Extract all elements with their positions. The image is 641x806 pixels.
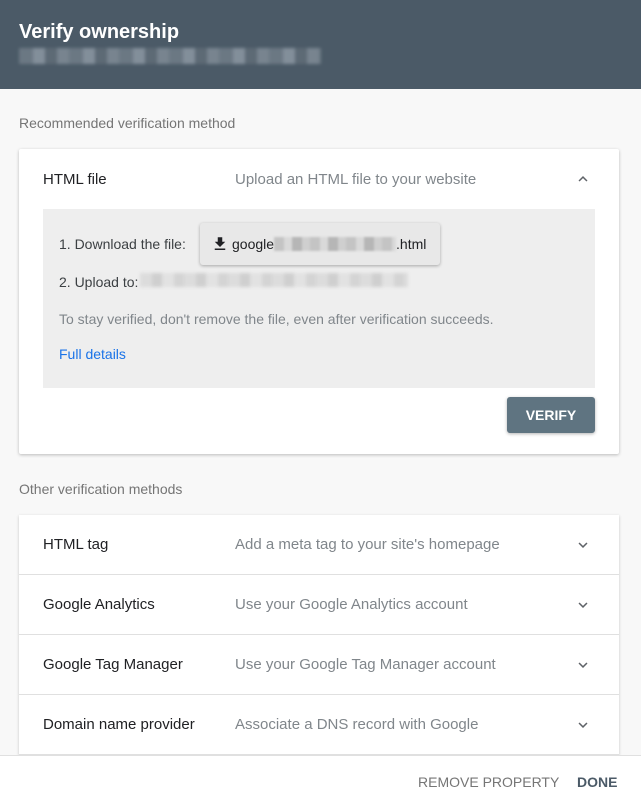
html-file-card: HTML file Upload an HTML file to your we…: [19, 149, 619, 454]
download-file-button[interactable]: google .html: [200, 223, 440, 265]
other-methods-list: HTML tag Add a meta tag to your site's h…: [19, 515, 619, 755]
method-description: Associate a DNS record with Google: [235, 716, 479, 733]
redacted-property-url: [19, 48, 321, 64]
method-row-html-tag[interactable]: HTML tag Add a meta tag to your site's h…: [19, 515, 619, 575]
download-file-name: google .html: [232, 236, 427, 252]
method-description: Use your Google Tag Manager account: [235, 656, 496, 673]
chevron-down-icon[interactable]: [574, 536, 592, 554]
other-methods-section-label: Other verification methods: [19, 481, 183, 497]
method-title: Google Tag Manager: [43, 656, 183, 673]
dialog-footer: REMOVE PROPERTY DONE: [0, 755, 641, 806]
html-file-title: HTML file: [43, 171, 107, 188]
method-title: Domain name provider: [43, 716, 195, 733]
step-download-label: 1. Download the file:: [59, 236, 186, 252]
redacted-upload-url: [140, 273, 408, 287]
chevron-down-icon[interactable]: [574, 656, 592, 674]
verification-note: To stay verified, don't remove the file,…: [59, 311, 494, 327]
redacted-file-id: [274, 237, 397, 251]
html-file-description: Upload an HTML file to your website: [235, 171, 477, 188]
dialog-title: Verify ownership: [19, 21, 180, 43]
method-title: Google Analytics: [43, 596, 155, 613]
method-row-google-analytics[interactable]: Google Analytics Use your Google Analyti…: [19, 575, 619, 635]
method-description: Add a meta tag to your site's homepage: [235, 536, 500, 553]
done-button[interactable]: DONE: [577, 774, 617, 790]
remove-property-button[interactable]: REMOVE PROPERTY: [418, 774, 559, 790]
method-description: Use your Google Analytics account: [235, 596, 468, 613]
step-upload-label: 2. Upload to:: [59, 274, 139, 290]
dialog-header: Verify ownership: [0, 0, 641, 89]
method-row-domain-name-provider[interactable]: Domain name provider Associate a DNS rec…: [19, 695, 619, 755]
chevron-up-icon[interactable]: [574, 170, 592, 188]
download-icon: [214, 237, 226, 250]
full-details-link[interactable]: Full details: [59, 346, 126, 362]
dialog-content: Recommended verification method HTML fil…: [0, 89, 641, 755]
chevron-down-icon[interactable]: [574, 596, 592, 614]
html-file-instructions: 1. Download the file: google .html 2. Upl…: [43, 209, 595, 388]
verify-button[interactable]: VERIFY: [507, 397, 595, 433]
recommended-section-label: Recommended verification method: [19, 115, 236, 131]
method-title: HTML tag: [43, 536, 109, 553]
chevron-down-icon[interactable]: [574, 716, 592, 734]
method-row-google-tag-manager[interactable]: Google Tag Manager Use your Google Tag M…: [19, 635, 619, 695]
